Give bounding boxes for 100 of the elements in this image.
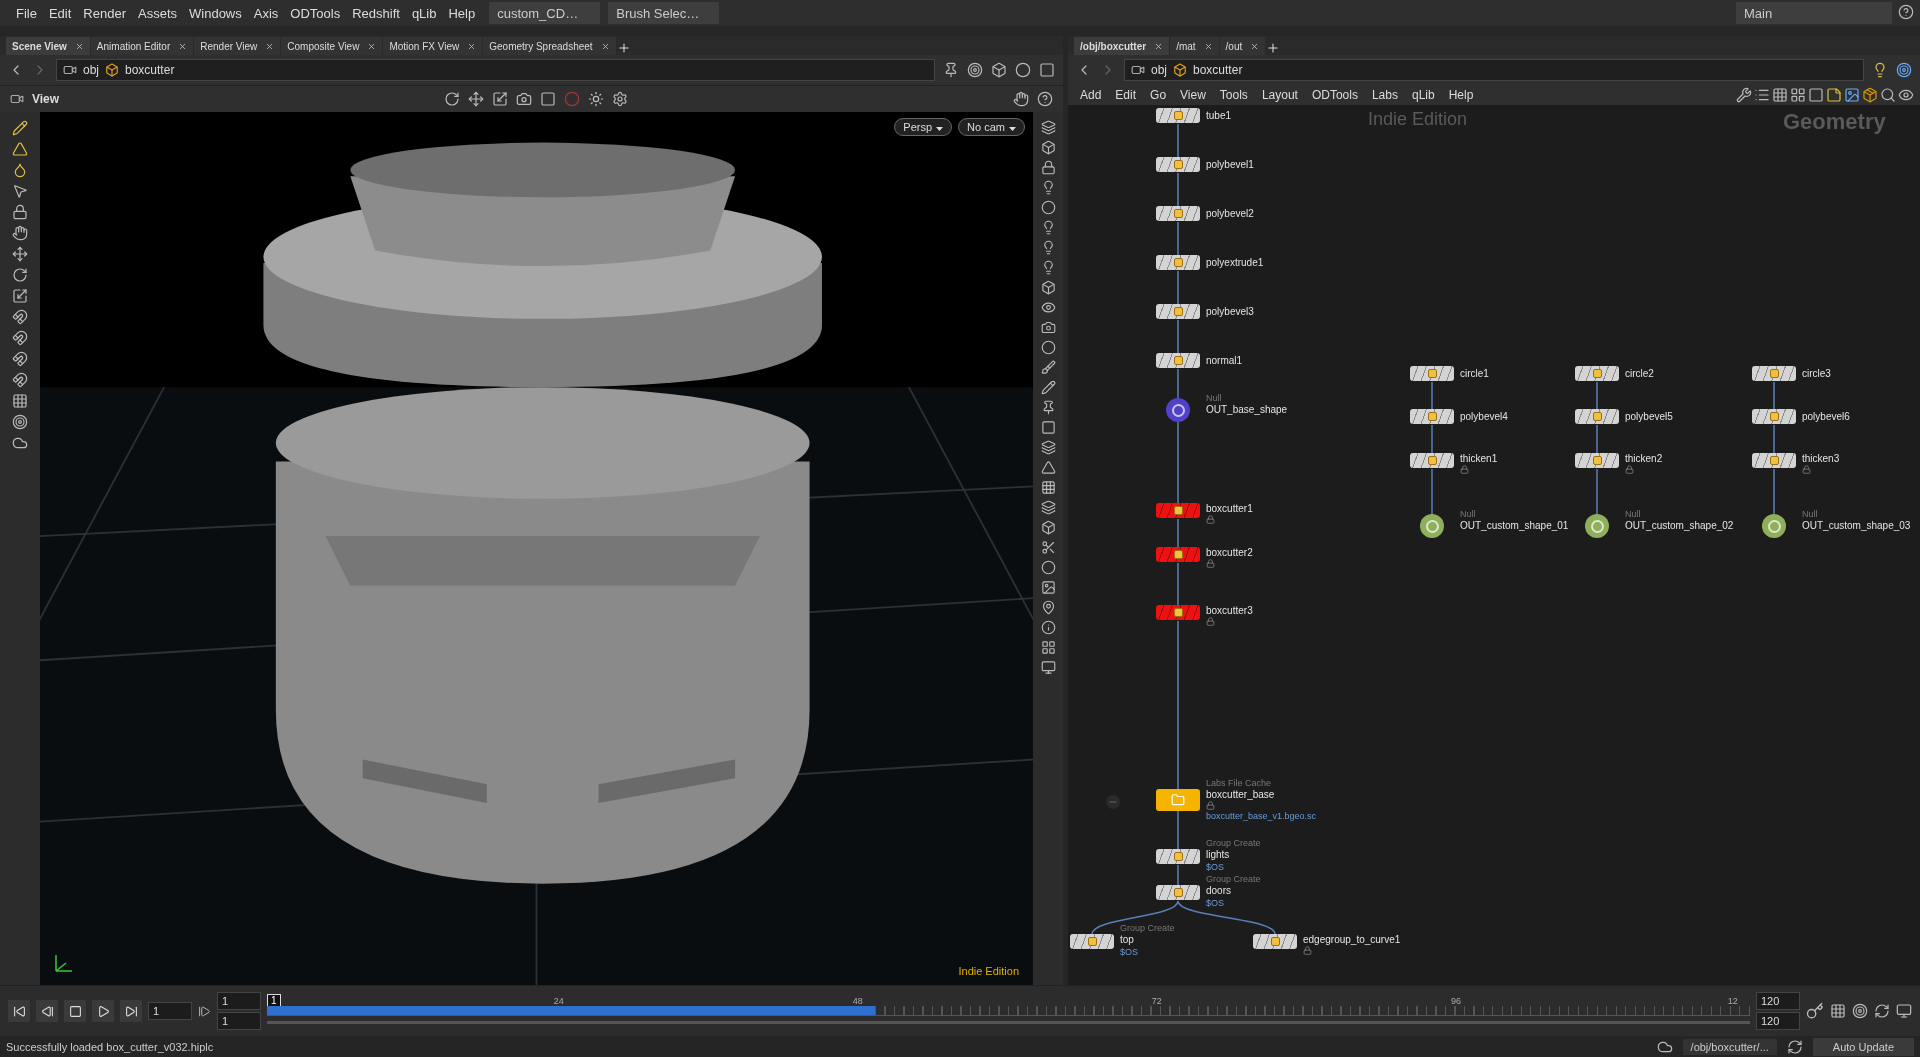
pane-tab[interactable]: Motion FX View bbox=[383, 37, 483, 55]
cube-icon[interactable] bbox=[1040, 280, 1056, 295]
node[interactable] bbox=[1156, 255, 1200, 270]
node[interactable] bbox=[1156, 353, 1200, 368]
scale-icon[interactable] bbox=[492, 91, 509, 107]
menu-item[interactable]: Tools bbox=[1213, 88, 1254, 102]
key-icon[interactable] bbox=[1806, 1002, 1824, 1020]
grid-icon[interactable] bbox=[12, 393, 28, 409]
rotate-icon[interactable] bbox=[12, 267, 28, 283]
cloud-icon[interactable] bbox=[12, 435, 28, 451]
menu-item[interactable]: Render bbox=[77, 5, 132, 21]
pencil-icon[interactable] bbox=[12, 120, 28, 136]
step-icon[interactable] bbox=[198, 1004, 211, 1018]
node[interactable] bbox=[1752, 366, 1796, 381]
menu-item[interactable]: Add bbox=[1074, 88, 1108, 102]
pane-tab[interactable]: Render View bbox=[194, 37, 281, 55]
node[interactable] bbox=[1410, 366, 1454, 381]
node[interactable] bbox=[1253, 934, 1297, 949]
pane-tab[interactable]: Scene View bbox=[6, 37, 90, 55]
add-tab-icon[interactable] bbox=[1266, 41, 1281, 55]
wrench-icon[interactable] bbox=[1736, 87, 1752, 103]
node[interactable] bbox=[1575, 409, 1619, 424]
stop-button[interactable] bbox=[64, 1000, 86, 1022]
node[interactable] bbox=[1156, 885, 1200, 900]
box-icon[interactable] bbox=[1040, 140, 1056, 155]
menu-item[interactable]: Windows bbox=[183, 5, 248, 21]
menu-item[interactable]: Assets bbox=[132, 5, 183, 21]
target-icon[interactable] bbox=[967, 62, 983, 78]
pin-icon[interactable] bbox=[943, 62, 959, 78]
close-icon[interactable] bbox=[1203, 41, 1213, 51]
magnet-icon[interactable] bbox=[12, 372, 28, 388]
node[interactable] bbox=[1156, 503, 1200, 518]
square-icon[interactable] bbox=[540, 91, 557, 107]
menu-item[interactable]: Edit bbox=[1109, 88, 1143, 102]
close-icon[interactable] bbox=[74, 41, 84, 51]
lock-icon[interactable] bbox=[1040, 160, 1056, 175]
rotate-icon[interactable] bbox=[444, 91, 461, 107]
search-icon[interactable] bbox=[1880, 87, 1896, 103]
camera-icon[interactable] bbox=[516, 91, 533, 107]
lock-icon[interactable] bbox=[12, 204, 28, 220]
pane-tab[interactable]: Geometry Spreadsheet bbox=[483, 37, 616, 55]
scale-icon[interactable] bbox=[12, 288, 28, 304]
pane-tab[interactable]: /out bbox=[1219, 37, 1266, 55]
menu-item[interactable]: Layout bbox=[1255, 88, 1304, 102]
camera-menu-button[interactable]: No cam bbox=[958, 118, 1025, 136]
node[interactable] bbox=[1752, 409, 1796, 424]
close-icon[interactable] bbox=[265, 41, 275, 51]
last-frame-button[interactable] bbox=[120, 1000, 142, 1022]
hand-icon[interactable] bbox=[12, 225, 28, 241]
frame-field[interactable]: 1 bbox=[148, 1002, 192, 1020]
menu-item[interactable]: View bbox=[1174, 88, 1212, 102]
camera-menu-button[interactable]: Persp bbox=[894, 118, 953, 136]
node[interactable] bbox=[1156, 605, 1200, 620]
close-icon[interactable] bbox=[600, 41, 610, 51]
first-frame-button[interactable] bbox=[8, 1000, 30, 1022]
pin-icon[interactable] bbox=[1040, 400, 1056, 415]
node[interactable] bbox=[1752, 453, 1796, 468]
desk-selector[interactable]: custom_CD… bbox=[489, 2, 601, 24]
close-icon[interactable] bbox=[178, 41, 188, 51]
package-icon[interactable] bbox=[1862, 87, 1878, 103]
box-icon[interactable] bbox=[1040, 520, 1056, 535]
list-icon[interactable] bbox=[1754, 87, 1770, 103]
target-icon[interactable] bbox=[12, 414, 28, 430]
timeline-ruler[interactable]: 1 24 48 72 96 12 bbox=[267, 994, 1750, 1028]
square-icon[interactable] bbox=[1040, 420, 1056, 435]
info-icon[interactable] bbox=[1040, 620, 1056, 635]
image-icon[interactable] bbox=[1040, 580, 1056, 595]
node[interactable] bbox=[1156, 108, 1200, 123]
menu-item[interactable]: Help bbox=[442, 5, 482, 21]
square-icon[interactable] bbox=[1808, 87, 1824, 103]
path-field[interactable]: obj boxcutter bbox=[1124, 59, 1864, 81]
desktop-selector[interactable]: Main bbox=[1736, 2, 1892, 24]
menu-item[interactable]: ODTools bbox=[1305, 88, 1364, 102]
magnet-icon[interactable] bbox=[12, 351, 28, 367]
desk-selector[interactable]: Brush Selec… bbox=[608, 2, 720, 24]
path-crumb[interactable]: obj bbox=[83, 63, 99, 77]
pane-tab[interactable]: Composite View bbox=[281, 37, 383, 55]
close-icon[interactable] bbox=[1250, 41, 1260, 51]
layers-icon[interactable] bbox=[1040, 500, 1056, 515]
hand-icon[interactable] bbox=[1013, 91, 1029, 107]
path-crumb[interactable]: obj bbox=[1151, 63, 1167, 77]
triangle-icon[interactable] bbox=[12, 141, 28, 157]
node[interactable] bbox=[1156, 157, 1200, 172]
move-icon[interactable] bbox=[12, 246, 28, 262]
image-icon[interactable] bbox=[1844, 87, 1860, 103]
eye-icon[interactable] bbox=[1898, 87, 1914, 103]
eye-icon[interactable] bbox=[1040, 300, 1056, 315]
layers-icon[interactable] bbox=[1040, 120, 1056, 135]
pane-tab[interactable]: Animation Editor bbox=[90, 37, 194, 55]
sticky-note-icon[interactable] bbox=[1826, 87, 1842, 103]
menu-item[interactable]: File bbox=[10, 5, 43, 21]
refresh-icon[interactable] bbox=[1786, 1038, 1803, 1055]
target-icon[interactable] bbox=[1896, 62, 1912, 78]
menu-item[interactable]: Edit bbox=[42, 5, 78, 21]
camera-icon[interactable] bbox=[1040, 320, 1056, 335]
close-icon[interactable] bbox=[367, 41, 377, 51]
grid-icon[interactable] bbox=[1772, 87, 1788, 103]
status-path[interactable]: /obj/boxcutter/... bbox=[1682, 1038, 1777, 1055]
menu-item[interactable]: qLib bbox=[1405, 88, 1441, 102]
cache-node[interactable] bbox=[1156, 789, 1200, 811]
